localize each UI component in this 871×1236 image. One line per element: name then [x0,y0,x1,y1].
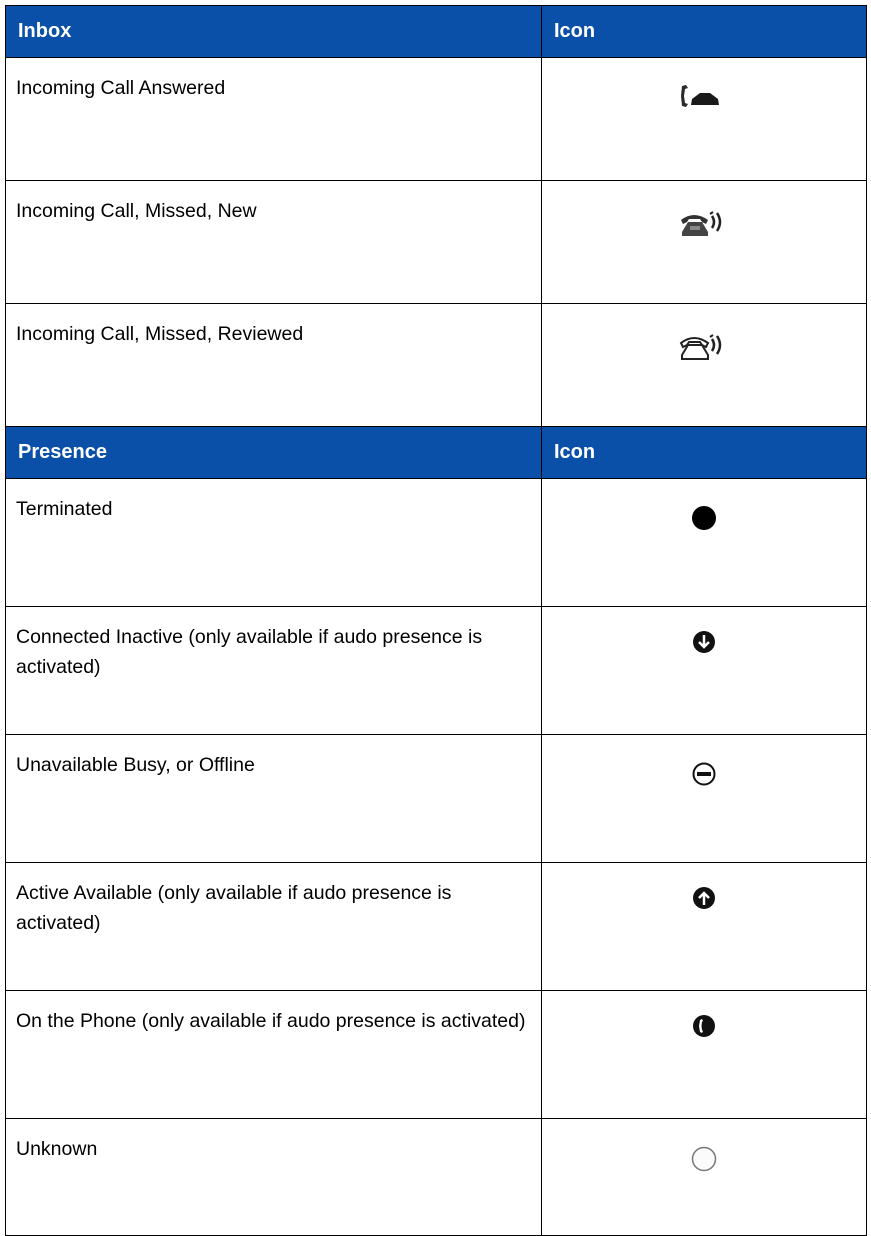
call-missed-new-icon [681,211,722,236]
table-row: On the Phone (only available if audo pre… [5,990,867,1119]
call-answered-icon [681,85,719,107]
presence-header-icon: Icon [541,426,867,479]
presence-header-row: Presence Icon [5,426,867,479]
call-missed-reviewed-icon [679,334,722,360]
table-row: Unavailable Busy, or Offline [5,734,867,863]
row-label: Incoming Call, Missed, New [5,180,542,304]
table-row: Terminated [5,478,867,607]
row-label: Connected Inactive (only available if au… [5,606,542,735]
connected-inactive-icon [693,631,715,653]
unavailable-busy-icon [692,762,716,786]
table-row: Incoming Call Answered [5,57,867,181]
icon-legend-table: Inbox Icon Incoming Call Answered Incomi… [5,5,867,1236]
row-label: Terminated [5,478,542,607]
table-row: Incoming Call, Missed, Reviewed [5,303,867,427]
terminated-icon [692,506,716,530]
row-label: Incoming Call, Missed, Reviewed [5,303,542,427]
row-label: Incoming Call Answered [5,57,542,181]
row-label: Active Available (only available if audo… [5,862,542,991]
inbox-header-row: Inbox Icon [5,5,867,58]
on-the-phone-icon [693,1015,715,1037]
table-row: Incoming Call, Missed, New [5,180,867,304]
table-row: Connected Inactive (only available if au… [5,606,867,735]
row-label: Unavailable Busy, or Offline [5,734,542,863]
active-available-icon [693,887,715,909]
inbox-header-icon: Icon [541,5,867,58]
table-row: Active Available (only available if audo… [5,862,867,991]
row-label: On the Phone (only available if audo pre… [5,990,542,1119]
row-label: Unknown [5,1118,542,1236]
inbox-header-label: Inbox [5,5,542,58]
presence-header-label: Presence [5,426,542,479]
table-row: Unknown [5,1118,867,1236]
unknown-icon [691,1146,717,1172]
